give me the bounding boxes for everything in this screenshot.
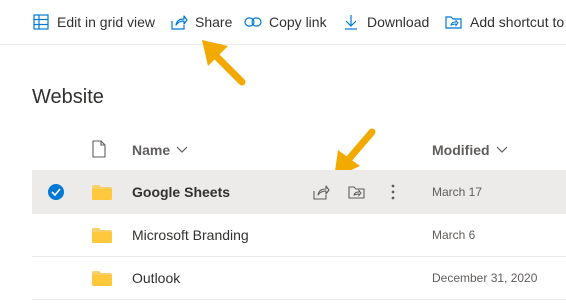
checkmark-icon[interactable] [48, 184, 64, 200]
folder-icon [92, 185, 112, 205]
folder-icon [92, 228, 112, 248]
folder-icon [92, 271, 112, 291]
column-header-name[interactable]: Name [132, 142, 188, 158]
share-label: Share [195, 14, 233, 30]
list-item[interactable]: Microsoft Branding March 6 [32, 214, 566, 257]
annotation-arrow-share [202, 40, 246, 86]
chevron-down-icon [176, 146, 188, 153]
column-header-name-label: Name [132, 142, 171, 158]
share-icon[interactable] [312, 183, 330, 201]
list-header: Name Modified [32, 130, 566, 171]
shortcut-icon [445, 13, 463, 31]
edit-in-grid-view-button[interactable]: Edit in grid view [32, 0, 155, 44]
edit-in-grid-view-label: Edit in grid view [57, 14, 156, 30]
download-icon [342, 13, 360, 31]
shortcut-icon[interactable] [348, 183, 366, 201]
grid-icon [32, 13, 50, 31]
item-modified: March 17 [432, 185, 483, 199]
download-label: Download [367, 14, 430, 30]
chevron-down-icon [496, 146, 507, 153]
copy-link-label: Copy link [269, 14, 327, 30]
list-item[interactable]: Google Sheets March 17 [32, 171, 566, 214]
command-bar: Edit in grid view Share Copy link Downlo… [0, 0, 566, 45]
item-modified: March 6 [432, 228, 476, 242]
more-options-icon[interactable] [384, 183, 402, 201]
column-header-modified-label: Modified [432, 142, 490, 158]
item-modified: December 31, 2020 [432, 271, 538, 285]
page-title: Website [32, 86, 104, 108]
item-name-link[interactable]: Outlook [132, 270, 180, 286]
list-item[interactable]: Outlook December 31, 2020 [32, 257, 566, 300]
file-type-icon[interactable] [92, 140, 106, 163]
column-header-modified[interactable]: Modified [432, 142, 508, 158]
download-button[interactable]: Download [342, 0, 429, 44]
share-icon [170, 13, 188, 31]
add-shortcut-button[interactable]: Add shortcut to [445, 0, 564, 44]
link-icon [244, 13, 262, 31]
item-name-link[interactable]: Google Sheets [132, 184, 230, 200]
copy-link-button[interactable]: Copy link [244, 0, 327, 44]
add-shortcut-label: Add shortcut to [470, 14, 565, 30]
item-name-link[interactable]: Microsoft Branding [132, 227, 249, 243]
